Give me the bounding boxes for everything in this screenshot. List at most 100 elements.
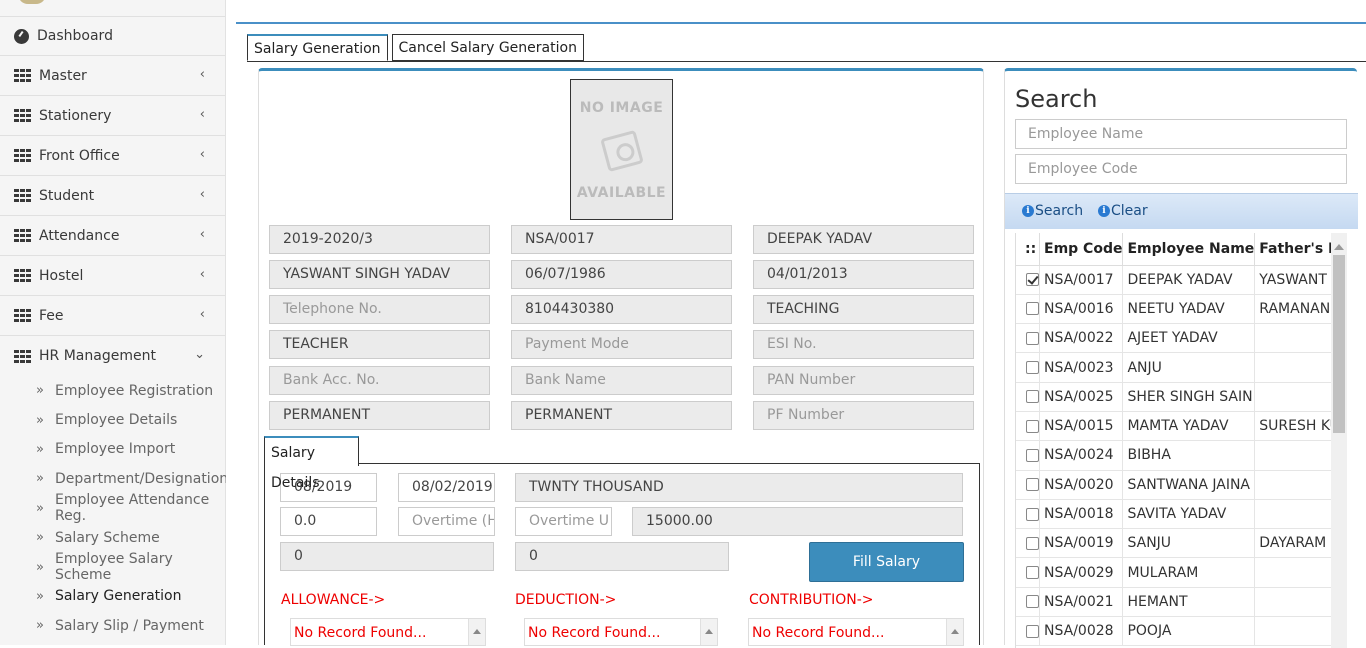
- tab-salary-generation[interactable]: Salary Generation: [247, 34, 388, 61]
- father-name-column-header[interactable]: Father's Na: [1254, 233, 1331, 266]
- table-row[interactable]: NSA/0028 POOJA: [1016, 616, 1331, 647]
- row-checkbox[interactable]: [1026, 273, 1039, 287]
- esi-field[interactable]: ESI No.: [753, 330, 974, 359]
- submenu-item-employee-registration[interactable]: » Employee Registration: [36, 376, 225, 405]
- total-deduction-field[interactable]: 0: [515, 542, 729, 571]
- salary-date-field[interactable]: 08/02/2019: [398, 473, 495, 502]
- contribution-scroll-up-icon[interactable]: [946, 619, 963, 645]
- sidebar-item-hostel[interactable]: Hostel ‹: [0, 256, 225, 296]
- father-name-cell: YASWANT S: [1254, 265, 1331, 295]
- sidebar-item-stationery[interactable]: Stationery ‹: [0, 96, 225, 136]
- table-row[interactable]: NSA/0023 ANJU: [1016, 352, 1331, 383]
- telephone-field[interactable]: Telephone No.: [269, 295, 490, 324]
- submenu-item-label: Department/Designation: [54, 470, 229, 487]
- total-allowance-field[interactable]: 0: [280, 542, 494, 571]
- allowance-scroll-up-icon[interactable]: [468, 619, 485, 645]
- table-row[interactable]: NSA/0024 BIBHA: [1016, 440, 1331, 471]
- father-name-field[interactable]: YASWANT SINGH YADAV: [269, 260, 490, 289]
- sidebar-item-fee[interactable]: Fee ‹: [0, 296, 225, 336]
- submenu-item-label: Salary Generation: [54, 588, 182, 605]
- row-checkbox[interactable]: [1026, 419, 1039, 433]
- scrollbar-thumb[interactable]: [1333, 255, 1345, 433]
- payment-mode-field[interactable]: Payment Mode: [511, 330, 732, 359]
- doj-field[interactable]: 04/01/2013: [753, 260, 974, 289]
- table-scrollbar[interactable]: [1331, 233, 1347, 648]
- table-row[interactable]: NSA/0022 AJEET YADAV: [1016, 323, 1331, 354]
- overtime-hours-field[interactable]: Overtime (H: [398, 507, 495, 536]
- row-checkbox[interactable]: [1026, 478, 1039, 492]
- select-cell: [1016, 411, 1040, 442]
- submenu-item-employee-attendance-reg[interactable]: » Employee Attendance Reg.: [36, 492, 225, 524]
- row-checkbox[interactable]: [1026, 624, 1039, 638]
- sidebar-item-front-office[interactable]: Front Office ‹: [0, 136, 225, 176]
- fill-salary-button[interactable]: Fill Salary: [809, 542, 964, 582]
- salary-amount-field[interactable]: 15000.00: [632, 507, 963, 536]
- grid-icon: [14, 309, 31, 322]
- row-checkbox[interactable]: [1026, 566, 1039, 580]
- dob-field[interactable]: 06/07/1986: [511, 260, 732, 289]
- submenu-item-employee-salary-scheme[interactable]: » Employee Salary Scheme: [36, 551, 225, 583]
- row-checkbox[interactable]: [1026, 302, 1039, 316]
- sidebar-item-attendance[interactable]: Attendance ‹: [0, 216, 225, 256]
- employment-type-field[interactable]: PERMANENT: [269, 401, 490, 430]
- contribution-list[interactable]: No Record Found...: [748, 618, 964, 646]
- emp-code-field[interactable]: NSA/0017: [511, 225, 732, 254]
- sidebar-item-label: Hostel: [39, 267, 84, 284]
- double-chevron-icon: »: [36, 412, 44, 428]
- allowance-list[interactable]: No Record Found...: [290, 618, 486, 646]
- table-row[interactable]: NSA/0025 SHER SINGH SAIN: [1016, 382, 1331, 412]
- deduction-list[interactable]: No Record Found...: [524, 618, 718, 646]
- bank-name-field[interactable]: Bank Name: [511, 366, 732, 395]
- tab-salary-details[interactable]: Salary Details: [264, 436, 359, 491]
- table-row[interactable]: NSA/0021 HEMANT: [1016, 587, 1331, 618]
- leave-field[interactable]: 0.0: [280, 507, 377, 536]
- pan-field[interactable]: PAN Number: [753, 366, 974, 395]
- table-row[interactable]: NSA/0015MAMTA YADAVSURESH KU: [1016, 411, 1331, 442]
- row-checkbox[interactable]: [1026, 361, 1039, 375]
- employee-code-search-input[interactable]: Employee Code: [1015, 154, 1347, 184]
- table-row[interactable]: NSA/0016NEETU YADAVRAMANAND: [1016, 294, 1331, 325]
- scroll-up-icon[interactable]: [1334, 239, 1344, 250]
- emp-code-column-header[interactable]: Emp Code: [1039, 233, 1124, 266]
- tab-cancel-salary-generation[interactable]: Cancel Salary Generation: [391, 34, 584, 61]
- deduction-scroll-up-icon[interactable]: [700, 619, 717, 645]
- table-row[interactable]: NSA/0029 MULARAM: [1016, 557, 1331, 588]
- category-field[interactable]: TEACHING: [753, 295, 974, 324]
- submenu-item-employee-import[interactable]: » Employee Import: [36, 435, 225, 464]
- session-field[interactable]: 2019-2020/3: [269, 225, 490, 254]
- table-row[interactable]: NSA/0020 SANTWANA JAINA: [1016, 470, 1331, 500]
- pf-field[interactable]: PF Number: [753, 401, 974, 430]
- submenu-item-salary-scheme[interactable]: » Salary Scheme: [36, 523, 225, 552]
- search-button[interactable]: i Search: [1022, 203, 1083, 219]
- table-row[interactable]: NSA/0018 SAVITA YADAV: [1016, 499, 1331, 530]
- row-checkbox[interactable]: [1026, 507, 1039, 521]
- submenu-item-salary-slip-payment[interactable]: » Salary Slip / Payment: [36, 611, 225, 640]
- bank-acc-field[interactable]: Bank Acc. No.: [269, 366, 490, 395]
- search-button-label: Search: [1035, 203, 1084, 219]
- clear-button[interactable]: i Clear: [1098, 203, 1148, 219]
- row-checkbox[interactable]: [1026, 536, 1039, 550]
- no-image-text: NO IMAGE: [579, 100, 664, 116]
- submenu-item-department-designation[interactable]: » Department/Designation: [36, 464, 229, 493]
- amount-words-field[interactable]: TWNTY THOUSAND: [515, 473, 963, 502]
- table-row[interactable]: NSA/0017DEEPAK YADAVYASWANT S: [1016, 265, 1331, 295]
- mobile-field[interactable]: 8104430380: [511, 295, 732, 324]
- emp-code-cell: NSA/0018: [1039, 499, 1124, 530]
- row-checkbox[interactable]: [1026, 390, 1039, 404]
- designation-field[interactable]: TEACHER: [269, 330, 490, 359]
- staff-type-field[interactable]: PERMANENT: [511, 401, 732, 430]
- employee-name-column-header[interactable]: Employee Name: [1122, 233, 1256, 266]
- sidebar-item-hr-management[interactable]: HR Management ⌄: [0, 336, 225, 376]
- sidebar-item-student[interactable]: Student ‹: [0, 176, 225, 216]
- row-checkbox[interactable]: [1026, 331, 1039, 345]
- table-row[interactable]: NSA/0019 SANJU DAYARAM: [1016, 528, 1331, 559]
- submenu-item-salary-generation[interactable]: » Salary Generation: [36, 582, 225, 611]
- employee-name-field[interactable]: DEEPAK YADAV: [753, 225, 974, 254]
- employee-name-search-input[interactable]: Employee Name: [1015, 119, 1347, 149]
- sidebar-item-dashboard[interactable]: Dashboard: [0, 17, 225, 56]
- submenu-item-employee-details[interactable]: » Employee Details: [36, 405, 225, 434]
- row-checkbox[interactable]: [1026, 595, 1039, 609]
- overtime-unit-field[interactable]: Overtime U: [515, 507, 612, 536]
- row-checkbox[interactable]: [1026, 448, 1039, 462]
- sidebar-item-master[interactable]: Master ‹: [0, 56, 225, 96]
